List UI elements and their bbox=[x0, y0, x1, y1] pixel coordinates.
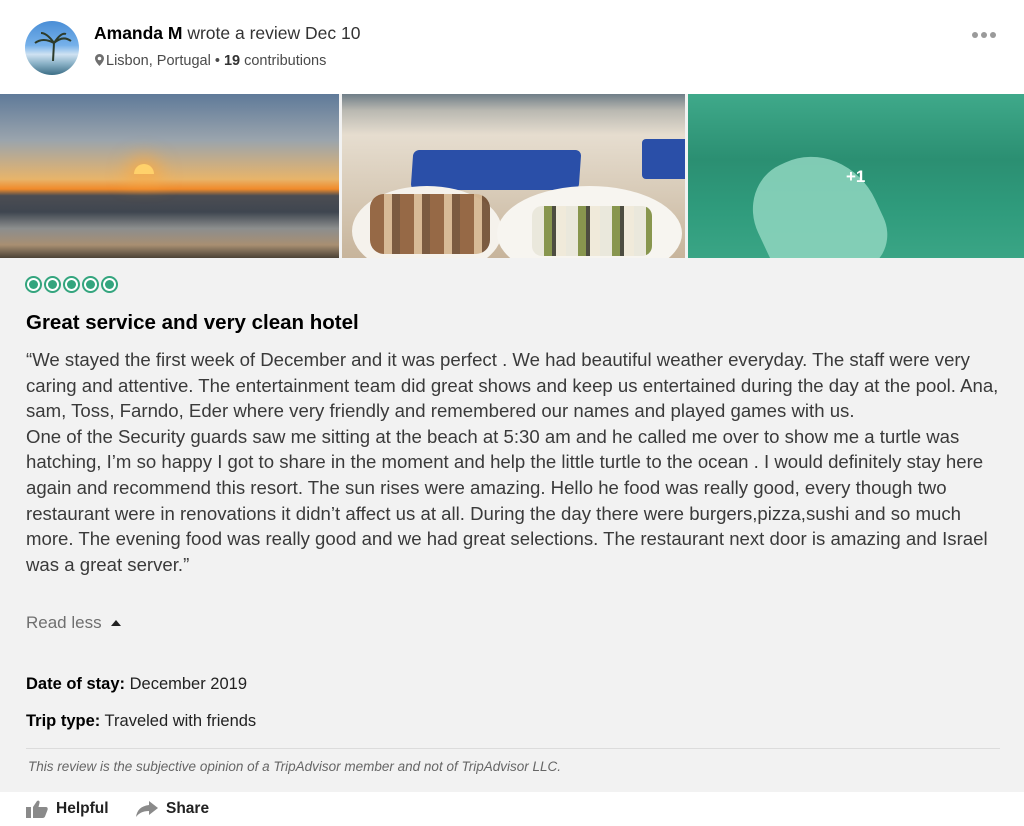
review-title[interactable]: Great service and very clean hotel bbox=[26, 311, 359, 335]
read-less-label: Read less bbox=[26, 613, 102, 632]
share-arrow-icon bbox=[136, 801, 158, 817]
rating-bubble-icon bbox=[44, 276, 61, 293]
contributions-count: 19 bbox=[223, 53, 241, 69]
reviewer-location: Lisbon, Portugal bbox=[106, 53, 211, 69]
avatar-palm-icon bbox=[34, 32, 72, 61]
read-less-button[interactable]: Read less bbox=[26, 613, 121, 633]
lounger-shape bbox=[410, 150, 582, 190]
rating-bubble-icon bbox=[101, 276, 118, 293]
avatar[interactable] bbox=[25, 21, 79, 75]
review-header: Amanda M wrote a review Dec 10 Lisbon, P… bbox=[0, 0, 1024, 94]
photo-more-overlay[interactable]: +1 bbox=[688, 94, 1024, 258]
reviewer-meta: Lisbon, Portugal • 19 contributions bbox=[95, 53, 326, 69]
trip-type-value: Traveled with friends bbox=[100, 712, 257, 730]
thumbs-up-icon bbox=[26, 800, 48, 818]
more-options-button[interactable] bbox=[970, 27, 998, 43]
contributions-label: contributions bbox=[240, 53, 327, 69]
trip-type-label: Trip type: bbox=[26, 712, 101, 730]
photo-beach-sushi[interactable] bbox=[342, 94, 685, 258]
helpful-button[interactable]: Helpful bbox=[26, 800, 109, 818]
more-dot bbox=[981, 32, 987, 38]
reviewer-name[interactable]: Amanda M bbox=[94, 23, 182, 43]
share-label: Share bbox=[166, 800, 210, 817]
review-paragraph: “We stayed the first week of December an… bbox=[26, 349, 999, 422]
more-dot bbox=[990, 32, 996, 38]
review-action-text: wrote a review Dec 10 bbox=[182, 23, 361, 43]
date-of-stay-label: Date of stay: bbox=[26, 675, 126, 693]
review-body: “We stayed the first week of December an… bbox=[26, 347, 1001, 577]
food-shape bbox=[370, 194, 490, 254]
bubble-fill bbox=[67, 280, 76, 289]
more-photos-count: +1 bbox=[846, 167, 866, 186]
map-pin-icon bbox=[95, 54, 104, 66]
sun-shape bbox=[134, 164, 154, 174]
rating-bubble-icon bbox=[82, 276, 99, 293]
bubble-fill bbox=[86, 280, 95, 289]
helpful-label: Helpful bbox=[56, 800, 109, 817]
review-paragraph: One of the Security guards saw me sittin… bbox=[26, 425, 988, 575]
date-of-stay-value: December 2019 bbox=[125, 675, 248, 693]
disclaimer-text: This review is the subjective opinion of… bbox=[28, 759, 561, 774]
rating-bubble-icon bbox=[63, 276, 80, 293]
bubble-fill bbox=[29, 280, 38, 289]
bubble-fill bbox=[48, 280, 57, 289]
date-of-stay: Date of stay: December 2019 bbox=[26, 675, 247, 694]
lounger-shape bbox=[642, 139, 685, 179]
meta-separator: • bbox=[210, 53, 224, 69]
bubble-fill bbox=[105, 280, 114, 289]
divider bbox=[26, 748, 1000, 749]
share-button[interactable]: Share bbox=[136, 800, 209, 818]
photo-sunset[interactable] bbox=[0, 94, 339, 258]
review-photos: +1 bbox=[0, 94, 1024, 258]
more-dots-icon bbox=[972, 32, 978, 38]
bubble-rating bbox=[25, 276, 118, 293]
trip-type: Trip type: Traveled with friends bbox=[26, 712, 256, 731]
reviewer-line: Amanda M wrote a review Dec 10 bbox=[94, 23, 360, 44]
food-shape bbox=[532, 206, 652, 256]
caret-up-icon bbox=[110, 620, 121, 626]
rating-bubble-icon bbox=[25, 276, 42, 293]
